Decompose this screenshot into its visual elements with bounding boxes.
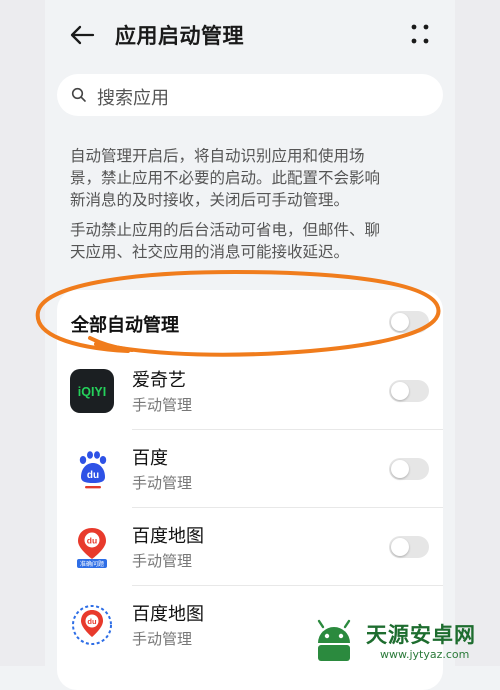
left-gutter bbox=[0, 0, 45, 666]
baidu-maps-icon: du bbox=[70, 603, 114, 647]
baidu-maps-graphic: du bbox=[72, 605, 112, 645]
app-name: 爱奇艺 bbox=[132, 370, 186, 391]
baidu-maps-graphic: du 准确问题 bbox=[77, 528, 107, 568]
list-item[interactable]: du 百度 手动管理 bbox=[57, 430, 443, 508]
baidu-maps-logo-text: du bbox=[87, 617, 97, 626]
title-bar: 应用启动管理 bbox=[45, 0, 455, 70]
right-gutter bbox=[455, 0, 500, 666]
watermark-title: 天源安卓网 bbox=[366, 623, 476, 647]
description-line: 自动管理开启后，将自动识别应用和使用场 bbox=[70, 147, 365, 165]
app-status: 手动管理 bbox=[132, 474, 193, 492]
list-item[interactable]: du 准确问题 百度地图 手动管理 bbox=[57, 508, 443, 586]
app-auto-toggle[interactable] bbox=[389, 536, 429, 558]
description-line: 天应用、社交应用的消息可能接收延迟。 bbox=[70, 243, 350, 261]
iqiyi-logo-icon: iQIYI bbox=[70, 369, 114, 413]
app-name: 百度地图 bbox=[132, 604, 204, 625]
watermark-url: www.jytyaz.com bbox=[380, 648, 470, 661]
app-auto-toggle[interactable] bbox=[389, 380, 429, 402]
baidu-paw-icon: du bbox=[70, 447, 114, 491]
baidu-maps-icon-caption: 准确问题 bbox=[80, 560, 104, 568]
baidu-maps-icon: du 准确问题 bbox=[70, 525, 114, 569]
arrow-left-icon[interactable] bbox=[67, 20, 97, 50]
description-line: 景，禁止应用不必要的启动。此配置不会影响 bbox=[70, 169, 381, 187]
list-item[interactable]: iQIYI 爱奇艺 手动管理 bbox=[57, 352, 443, 430]
description-auto-management: 自动管理开启后，将自动识别应用和使用场 景，禁止应用不必要的启动。此配置不会影响… bbox=[70, 145, 430, 211]
app-name: 百度 bbox=[132, 448, 168, 469]
description-line: 手动禁止应用的后台活动可省电，但邮件、聊 bbox=[70, 221, 381, 239]
page-title: 应用启动管理 bbox=[115, 24, 244, 48]
more-dots-icon[interactable] bbox=[407, 20, 433, 48]
toggle-knob bbox=[391, 382, 409, 400]
app-status: 手动管理 bbox=[132, 552, 193, 570]
iqiyi-logo-text: iQIYI bbox=[78, 385, 106, 399]
toggle-knob bbox=[391, 538, 409, 556]
search-icon bbox=[71, 87, 86, 102]
search-placeholder: 搜索应用 bbox=[97, 88, 169, 109]
watermark: 天源安卓网 www.jytyaz.com bbox=[302, 612, 500, 666]
toggle-knob bbox=[391, 313, 409, 331]
description-manual-management: 手动禁止应用的后台活动可省电，但邮件、聊 天应用、社交应用的消息可能接收延迟。 bbox=[70, 219, 430, 263]
iqiyi-logo-graphic: iQIYI bbox=[78, 385, 106, 399]
baidu-paw-graphic: du bbox=[79, 451, 107, 489]
app-status: 手动管理 bbox=[132, 396, 193, 414]
android-robot-logo bbox=[317, 619, 351, 661]
all-auto-management-toggle[interactable] bbox=[389, 311, 429, 333]
all-auto-management-label: 全部自动管理 bbox=[71, 315, 179, 336]
app-auto-toggle[interactable] bbox=[389, 458, 429, 480]
baidu-logo-text: du bbox=[87, 470, 99, 481]
description-line: 新消息的及时接收，关闭后可手动管理。 bbox=[70, 191, 350, 209]
app-start-management-screen: 应用启动管理 搜索应用 自动管理开启后，将自动识别应用和使用场 景，禁止应用不必… bbox=[45, 0, 455, 690]
baidu-maps-logo-text: du bbox=[87, 536, 97, 546]
search-input[interactable]: 搜索应用 bbox=[57, 74, 443, 116]
app-name: 百度地图 bbox=[132, 526, 204, 547]
app-status: 手动管理 bbox=[132, 630, 193, 648]
toggle-knob bbox=[391, 460, 409, 478]
all-auto-management-row[interactable]: 全部自动管理 bbox=[57, 290, 443, 354]
